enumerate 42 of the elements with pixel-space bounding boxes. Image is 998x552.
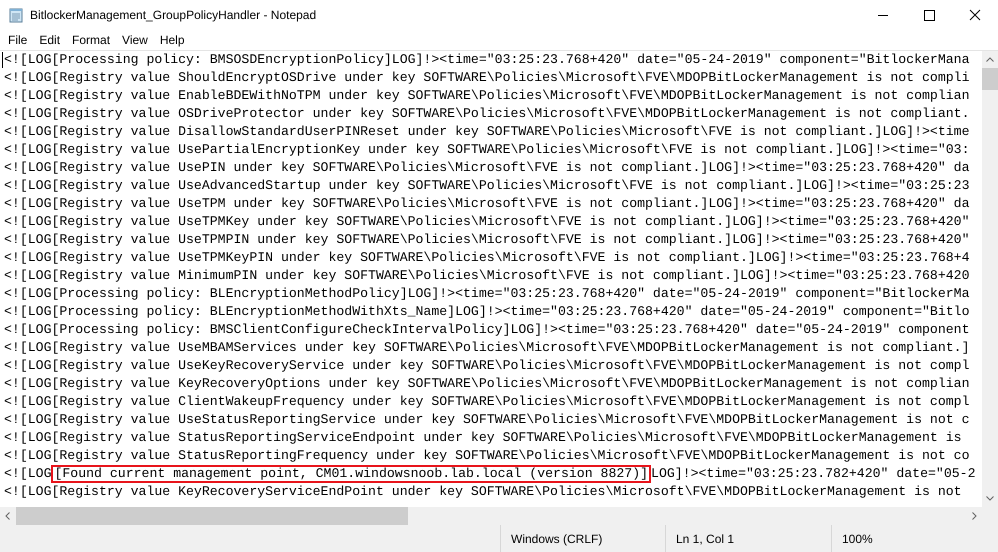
log-line: <![LOG[Registry value UseAdvancedStartup under key SOFTWARE\Policies\Microsoft\FVE is not compliant.]LOG]!><time="03:25:23 <box>4 176 970 195</box>
log-line: <![LOG[Registry value EnableBDEWithNoTPM under key SOFTWARE\Policies\Microsoft\FVE\MDOPBitLockerManagement is not complian <box>4 86 970 105</box>
log-line: <![LOG[Registry value ShouldEncryptOSDrive under key SOFTWARE\Policies\Microsoft\FVE\MDOPBitLockerManagement is not compli <box>4 68 970 87</box>
cursor-position: Ln 1, Col 1 <box>676 532 734 546</box>
log-line: <![LOG[Registry value ClientWakeupFrequency under key SOFTWARE\Policies\Microsoft\FVE\MDOPBitLockerManagement is not compl <box>4 392 970 411</box>
log-line: <![LOG[Registry value UseKeyRecoveryService under key SOFTWARE\Policies\Microsoft\FVE\MDOPBitLockerManagement is not compl <box>4 356 970 375</box>
menu-item[interactable]: File <box>2 32 34 47</box>
menu-item[interactable]: View <box>116 32 154 47</box>
horizontal-scrollbar[interactable] <box>0 507 998 526</box>
log-line: <![LOG[Registry value KeyRecoveryServiceEndPoint under key SOFTWARE\Policies\Microsoft\FVE\MDOPBitLockerManagement is not <box>4 482 962 501</box>
log-line: <![LOG[Processing policy: BMSClientConfigureCheckIntervalPolicy]LOG]!><time="03:25:23.768+420" date="05-24-2019" component <box>4 320 970 339</box>
log-line: <![LOG[Registry value UsePartialEncryptionKey under key SOFTWARE\Policies\Microsoft\FVE is not compliant.]LOG]!><time="03: <box>4 140 970 159</box>
log-line: <![LOG[Registry value UseTPMKey under key SOFTWARE\Policies\Microsoft\FVE is not compliant.]LOG]!><time="03:25:23.768+420" <box>4 212 970 231</box>
menu-item[interactable]: Help <box>154 32 191 47</box>
log-line: <![LOG[Registry value UseTPM under key SOFTWARE\Policies\Microsoft\FVE is not compliant.]LOG]!><time="03:25:23.768+420" da <box>4 194 970 213</box>
log-line: <![LOG[Registry value UsePIN under key SOFTWARE\Policies\Microsoft\FVE is not compliant.]LOG]!><time="03:25:23.768+420" da <box>4 158 970 177</box>
log-line: <![LOG[Registry value MinimumPIN under key SOFTWARE\Policies\Microsoft\FVE is not compliant.]LOG]!><time="03:25:23.768+420 <box>4 266 970 285</box>
log-line: <![LOG[Registry value DisallowStandardUserPINReset under key SOFTWARE\Policies\Microsoft\FVE is not compliant.]LOG]!><time <box>4 122 970 141</box>
log-line: <![LOG[Registry value StatusReportingServiceEndpoint under key SOFTWARE\Policies\Microsoft\FVE\MDOPBitLockerManagement is <box>4 428 962 447</box>
notepad-icon <box>8 7 24 23</box>
scrollbar-thumb[interactable] <box>982 68 998 90</box>
log-line: <![LOG <box>4 464 52 483</box>
log-line: <![LOG[Registry value UseTPMKeyPIN under key SOFTWARE\Policies\Microsoft\FVE is not compliant.]LOG]!><time="03:25:23.768+4 <box>4 248 970 267</box>
log-line: <![LOG[Processing policy: BLEncryptionMethodWithXts_Name]LOG]!><time="03:25:23.768+420" date="05-24-2019" component="Bitlo <box>4 302 970 321</box>
log-line: <![LOG[Registry value StatusReportingFrequency under key SOFTWARE\Policies\Microsoft\FVE\MDOPBitLockerManagement is not co <box>4 446 970 465</box>
highlighted-text: [Found current management point, CM01.windowsnoob.lab.local (version 8827)] <box>51 464 652 483</box>
vertical-scrollbar[interactable] <box>982 50 998 508</box>
text-cursor <box>2 52 3 68</box>
menu-item[interactable]: Format <box>66 32 116 47</box>
log-line: <![LOG[Registry value OSDriveProtector under key SOFTWARE\Policies\Microsoft\FVE\MDOPBitLockerManagement is not compliant. <box>4 104 970 123</box>
log-line: <![LOG[Processing policy: BLEncryptionMethodPolicy]LOG]!><time="03:25:23.768+420" date="05-24-2019" component="BitlockerMa <box>4 284 970 303</box>
log-line: <![LOG[Registry value UseStatusReportingService under key SOFTWARE\Policies\Microsoft\FVE\MDOPBitLockerManagement is not c <box>4 410 970 429</box>
log-line: <![LOG[Processing policy: BMSOSDEncryptionPolicy]LOG]!><time="03:25:23.768+420" date="05-24-2019" component="BitlockerMana <box>4 50 970 69</box>
window-title: BitlockerManagement_GroupPolicyHandler - Notepad <box>30 8 318 22</box>
log-line: LOG]!><time="03:25:23.782+420" date="05-2 <box>651 464 976 483</box>
log-line: <![LOG[Registry value KeyRecoveryOptions under key SOFTWARE\Policies\Microsoft\FVE\MDOPBitLockerManagement is not complian <box>4 374 970 393</box>
encoding-label: Windows (CRLF) <box>511 532 602 546</box>
zoom-level: 100% <box>842 532 873 546</box>
log-line: <![LOG[Registry value UseTPMPIN under key SOFTWARE\Policies\Microsoft\FVE is not compliant.]LOG]!><time="03:25:23.768+420" <box>4 230 970 249</box>
log-line: <![LOG[Registry value UseMBAMServices under key SOFTWARE\Policies\Microsoft\FVE\MDOPBitLockerManagement is not compliant.] <box>4 338 970 357</box>
scrollbar-thumb[interactable] <box>16 507 408 526</box>
menu-item[interactable]: Edit <box>33 32 66 47</box>
